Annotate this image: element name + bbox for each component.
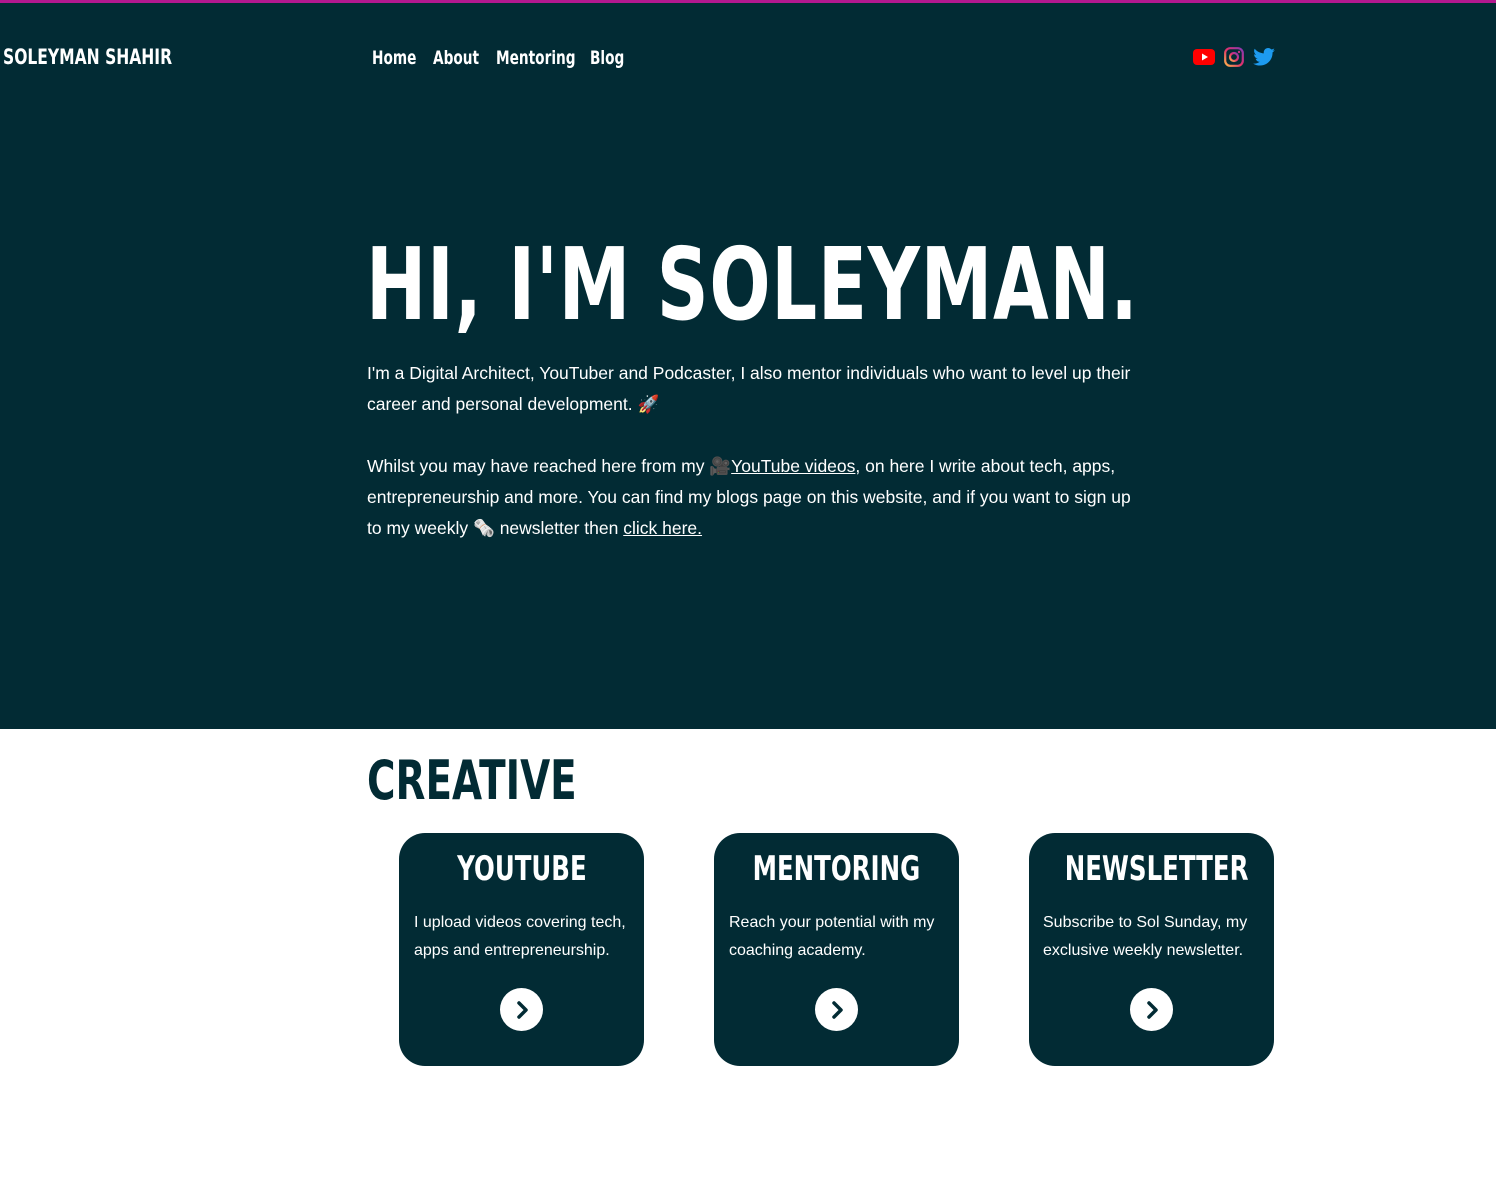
card-description: I upload videos covering tech, apps and … [414, 914, 626, 959]
card-newsletter: NEWSLETTER Subscribe to Sol Sunday, my e… [1029, 833, 1274, 1066]
card-title: YOUTUBE [456, 849, 587, 889]
card-mentoring: MENTORING Reach your potential with my c… [714, 833, 959, 1066]
hero-intro-paragraph: I'm a Digital Architect, YouTuber and Po… [367, 358, 1147, 420]
hero-title: HI, I'M SOLEYMAN. [366, 226, 1139, 343]
instagram-icon[interactable] [1222, 45, 1246, 69]
card-title: MENTORING [752, 849, 921, 889]
nav-about[interactable]: About [433, 44, 479, 72]
chevron-right-icon [1146, 1000, 1158, 1019]
hero-description-paragraph: Whilst you may have reached here from my… [367, 451, 1147, 544]
card-title: NEWSLETTER [1064, 849, 1249, 889]
nav-blog[interactable]: Blog [590, 44, 624, 72]
hero-intro-text: I'm a Digital Architect, YouTuber and Po… [367, 363, 1131, 414]
chevron-right-icon [516, 1000, 528, 1019]
card-description: Reach your potential with my coaching ac… [729, 914, 935, 959]
section-title: CREATIVE [367, 749, 577, 812]
newsletter-arrow-button[interactable] [1130, 988, 1173, 1031]
nav-mentoring[interactable]: Mentoring [496, 44, 576, 72]
camera-icon: 🎥 [709, 456, 732, 476]
youtube-videos-link[interactable]: YouTube videos [731, 456, 855, 476]
site-title[interactable]: SOLEYMAN SHAHIR [3, 43, 172, 71]
youtube-icon[interactable] [1192, 45, 1216, 69]
youtube-arrow-button[interactable] [500, 988, 543, 1031]
newsletter-link[interactable]: click here. [623, 518, 702, 538]
card-description: Subscribe to Sol Sunday, my exclusive we… [1043, 914, 1248, 959]
hero-text-part3: newsletter then [499, 518, 619, 538]
nav-home[interactable]: Home [372, 44, 416, 72]
rocket-icon: 🚀 [637, 394, 660, 414]
hero-text-part1: Whilst you may have reached here from my [367, 456, 705, 476]
mentoring-arrow-button[interactable] [815, 988, 858, 1031]
newspaper-icon: 🗞️ [473, 518, 495, 538]
chevron-right-icon [831, 1000, 843, 1019]
twitter-icon[interactable] [1252, 45, 1276, 69]
card-youtube: YOUTUBE I upload videos covering tech, a… [399, 833, 644, 1066]
